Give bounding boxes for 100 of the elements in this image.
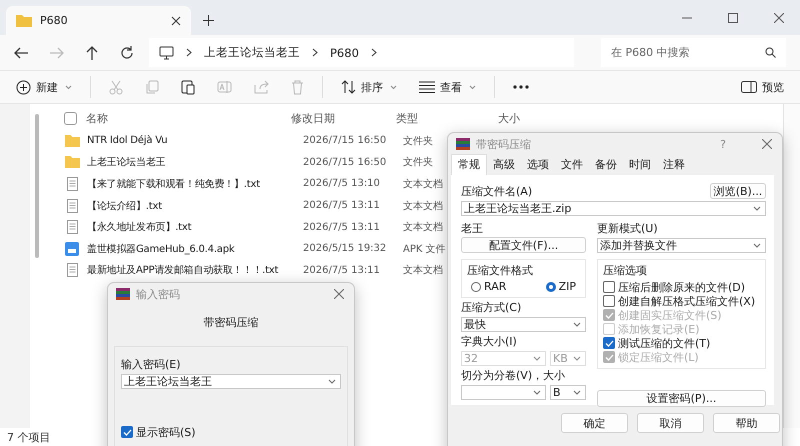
new-button[interactable]: 新建 [12,76,76,98]
sort-icon [341,80,356,94]
unit-dropdown[interactable]: B [550,385,586,400]
update-mode-dropdown[interactable]: 添加并替换文件 [597,238,766,253]
field-label: 老王 [461,221,484,236]
scissors-icon [109,80,123,94]
caret-icon [390,84,397,90]
column-header[interactable]: 修改日期 [291,110,396,126]
copy-icon [145,80,159,94]
modified-date: 2026/7/15 16:50 [303,135,388,146]
caret-icon [573,322,581,327]
dialog-tab[interactable]: 文件 [555,155,589,175]
group-label: 压缩选项 [603,263,648,278]
split-size-field[interactable] [461,385,546,400]
dialog-button[interactable]: 确定 [561,413,628,433]
back-icon[interactable] [14,46,28,58]
chevron-icon [186,48,192,57]
field-label: 压缩方式(C) [461,300,522,315]
checkbox-option[interactable]: 测试压缩的文件(T) [603,336,760,350]
dialog-tab[interactable]: 选项 [521,155,555,175]
radio-option[interactable]: ZIP [546,280,576,293]
caret-icon [573,390,581,395]
dialog-title: 带密码压缩 [476,136,532,152]
caret-icon [65,84,72,90]
profile-button[interactable]: 配置文件(F)... [461,237,586,253]
dialog-button[interactable]: 取消 [637,413,704,433]
archive-name-field[interactable]: 上老王论坛当老王.zip [461,201,766,216]
close-icon[interactable] [774,12,784,22]
new-tab-icon[interactable] [203,15,214,26]
dialog-button[interactable]: 帮助 [713,413,780,433]
column-header[interactable]: 类型 [396,110,498,126]
dialog-tab[interactable]: 备份 [589,155,623,175]
up-icon[interactable] [86,46,98,60]
chevron-icon [312,48,318,57]
maximize-icon[interactable] [728,12,738,22]
group-label: 压缩文件格式 [467,263,534,278]
method-dropdown[interactable]: 最快 [461,317,586,332]
more-icon [513,85,529,89]
sort-button[interactable]: 排序 [337,76,401,98]
breadcrumb-item[interactable]: 上老王论坛当老王 [204,45,300,60]
document-icon [66,176,78,191]
close-icon[interactable] [171,16,181,26]
dialog-tab[interactable]: 常规 [451,154,487,175]
document-icon [66,263,78,278]
window-tab[interactable]: P680 [6,6,191,35]
preview-button[interactable]: 预览 [737,76,788,98]
field-label: 输入密码(E) [121,357,182,372]
checkmark-icon [122,428,132,436]
dialog-title: 输入密码 [136,286,181,302]
checkbox-option[interactable]: 创建自解压格式压缩文件(X) [603,294,760,308]
dialog-tab[interactable]: 高级 [487,155,521,175]
item-count: 7 个项目 [7,430,50,444]
search-field[interactable]: 在 P680 中搜索 [601,38,786,67]
modified-date: 2026/7/5 13:11 [303,200,381,212]
browse-button[interactable]: 浏览(B)... [710,183,766,199]
refresh-icon[interactable] [120,46,133,59]
app-icon [65,242,79,256]
caret-icon [469,84,476,90]
file-name[interactable]: NTR Idol Déjà Vu [87,135,303,146]
view-button[interactable]: 查看 [415,76,480,98]
file-name[interactable]: 【来了就能下载和观看！纯免费！】.txt [87,176,303,191]
column-header[interactable]: 大小 [498,110,520,126]
select-all-checkbox[interactable] [64,112,77,124]
set-password-button[interactable]: 设置密码(P)... [597,390,766,407]
file-name[interactable]: 最新地址及APP请发邮箱自动获取！！！.txt [87,263,303,278]
checkbox-option[interactable]: 压缩后删除原来的文件(D) [603,280,760,294]
scrollbar[interactable] [35,114,39,258]
modified-date: 2026/7/5 13:10 [303,178,381,190]
file-name[interactable]: 上老王论坛当老王 [87,155,303,170]
file-type: 文件夹 [403,156,433,170]
file-type: 文本文档 [403,178,443,191]
file-name[interactable]: 【永久地址发布页】.txt [87,220,303,234]
breadcrumb-item[interactable]: P680 [330,46,359,60]
show-password-checkbox[interactable]: 显示密码(S) [121,425,341,439]
file-type: 文本文档 [403,264,443,278]
checkmark-icon [604,312,614,318]
archive-icon [116,288,130,300]
address-bar[interactable]: 上老王论坛当老王 P680 [149,38,574,67]
file-type: 文本文档 [403,200,443,213]
field-label: 切分为分卷(V)，大小 [461,368,566,383]
column-header[interactable]: 名称 [86,110,291,126]
caret-icon [533,356,541,361]
document-icon [66,198,78,213]
trash-icon [291,80,304,94]
folder-icon [16,14,32,27]
chevron-icon [370,48,377,57]
radio-option[interactable]: RAR [471,280,506,293]
plus-circle-icon [16,80,31,94]
tab-title: P680 [40,14,69,27]
dialog-tab[interactable]: 注释 [657,155,691,175]
password-field[interactable]: 上老王论坛当老王 [121,374,341,389]
caret-icon [753,206,761,211]
field-label: 字典大小(I) [461,334,518,349]
dialog-tab[interactable]: 时间 [623,155,657,175]
file-name[interactable]: 【论坛介绍】.txt [87,198,303,213]
share-icon [254,80,269,94]
folder-icon [64,156,80,168]
modified-date: 2026/7/5 13:11 [303,264,381,276]
computer-icon [159,46,174,60]
file-name[interactable]: 盖世模拟器GameHub_6.0.4.apk [87,242,303,256]
